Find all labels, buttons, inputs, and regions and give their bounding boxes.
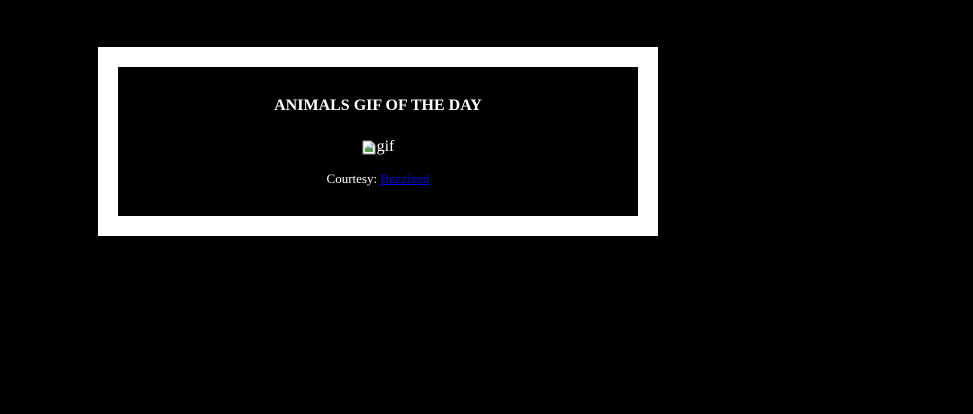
gif-image: gif — [118, 137, 638, 157]
courtesy-label: Courtesy: — [326, 171, 378, 186]
courtesy-line: Courtesy: Buzzfeed — [118, 171, 638, 186]
card-title: ANIMALS GIF OF THE DAY — [274, 97, 482, 114]
gif-card: ANIMALS GIF OF THE DAY gif Courtesy: Buz… — [118, 67, 638, 216]
gif-card-frame: ANIMALS GIF OF THE DAY gif Courtesy: Buz… — [98, 47, 658, 236]
gif-alt-text: gif — [376, 138, 395, 155]
broken-image-icon — [362, 140, 376, 154]
buzzfeed-link[interactable]: Buzzfeed — [380, 171, 429, 186]
